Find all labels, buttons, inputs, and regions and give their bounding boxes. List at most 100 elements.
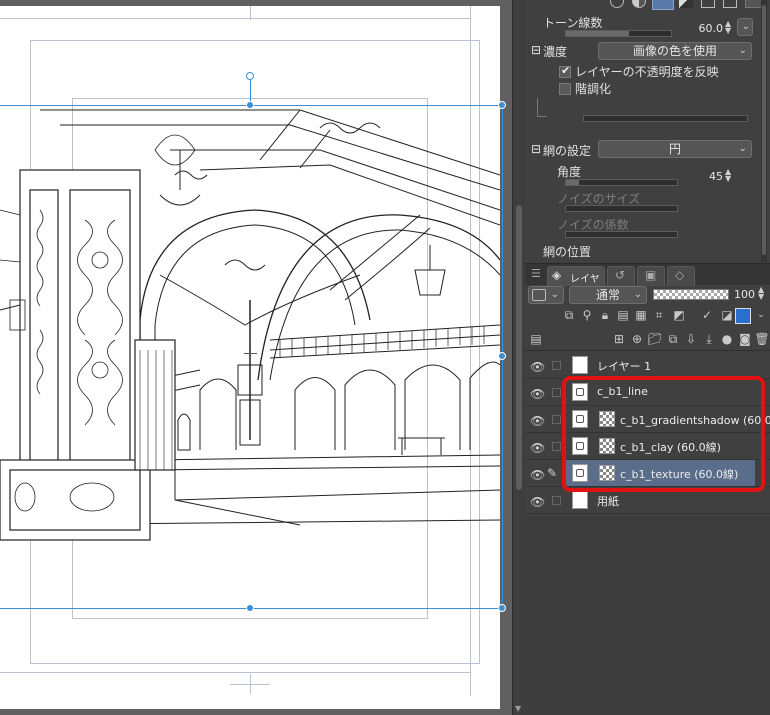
layer-name: レイヤー 1 xyxy=(597,360,652,373)
angle-label: 角度 xyxy=(557,165,582,179)
screen-shape-value: 円 xyxy=(668,142,681,156)
combine-layer-icon[interactable]: ⤓ xyxy=(701,331,717,347)
layer-lock-box[interactable] xyxy=(552,388,561,397)
property-scrollbar[interactable] xyxy=(761,0,767,262)
opacity-spinner-icon[interactable]: ▲ ▼ xyxy=(758,286,764,301)
noise-size-slider xyxy=(565,205,678,212)
blend-mode-select[interactable]: 通常 ⌄ xyxy=(569,286,647,304)
property-scrollbar-thumb[interactable] xyxy=(762,5,766,255)
angle-slider[interactable] xyxy=(565,179,678,186)
handle-top-right[interactable] xyxy=(498,101,506,109)
layer-color-swatch xyxy=(532,289,546,301)
eye-icon[interactable]: 👁︎ xyxy=(530,441,545,455)
layer-name: 用紙 xyxy=(597,495,619,508)
navigator-icon: ▣ xyxy=(645,268,657,282)
tab-navigator[interactable]: ▣ xyxy=(637,266,665,286)
apply-mask-icon[interactable]: ◙ xyxy=(737,331,753,347)
transfer-down-icon[interactable]: ⇩ xyxy=(683,331,699,347)
layer-toolbar-bottom: ▤ ⊞ ⊕ 📁︎ ⧉ ⇩ ⤓ ● ◙ 🗑︎ xyxy=(525,329,770,351)
lock-icon[interactable]: 🔒︎ xyxy=(597,307,613,323)
layer-mask-icon[interactable]: ● xyxy=(719,331,735,347)
layer-property-icon[interactable]: ◩ xyxy=(671,307,687,323)
density-label: 濃度 xyxy=(543,45,568,59)
layer-lock-box[interactable] xyxy=(552,415,561,424)
layer-color-select[interactable]: ⌄ xyxy=(528,286,564,304)
chevron-down-icon: ⌄ xyxy=(633,289,642,300)
clip-icon[interactable]: ⧉ xyxy=(561,307,577,323)
eye-icon[interactable]: 👁︎ xyxy=(530,360,545,374)
tone-lines-value[interactable]: 60.0 xyxy=(693,22,724,35)
handle-top-center[interactable] xyxy=(246,101,254,109)
chevron-down-icon: ⌄ xyxy=(738,143,747,154)
tab-layer[interactable]: ◈ レイヤー xyxy=(547,266,605,300)
canvas-area[interactable] xyxy=(0,0,512,715)
angle-value[interactable]: 45 xyxy=(701,170,723,183)
new-raster-layer-icon[interactable]: ⊞ xyxy=(611,331,627,347)
screen-shape-select[interactable]: 円 ⌄ xyxy=(598,140,752,158)
opacity-value[interactable]: 100 xyxy=(733,288,755,301)
copy-layer-icon[interactable]: ⧉ xyxy=(665,331,681,347)
grid-icon[interactable] xyxy=(701,0,715,8)
highlight-box xyxy=(562,376,765,492)
eye-icon[interactable]: 👁︎ xyxy=(530,468,545,482)
density-select-value: 画像の色を使用 xyxy=(632,44,717,58)
layer-row[interactable]: 👁︎ レイヤー 1 xyxy=(525,352,770,379)
palette-color-icon[interactable]: ◪ xyxy=(719,307,735,323)
tree-line-h xyxy=(537,116,547,117)
layer-list-empty-area[interactable] xyxy=(525,517,770,715)
reflect-opacity-label: レイヤーの不透明度を反映 xyxy=(575,65,719,79)
chevron-down-icon: ⌄ xyxy=(738,45,747,56)
layer-list-icon[interactable]: ▤ xyxy=(528,331,544,347)
material-icon: ◇ xyxy=(675,268,685,282)
tone-lines-dropdown[interactable]: ⌄ xyxy=(737,18,753,36)
posterize-label: 階調化 xyxy=(575,82,612,96)
tone-lines-spinner-icon[interactable]: ▲ ▼ xyxy=(725,20,731,35)
new-vector-layer-icon[interactable]: ⊕ xyxy=(629,331,645,347)
handle-middle-right[interactable] xyxy=(498,352,506,360)
panel-menu-icon[interactable]: ☰ xyxy=(531,267,541,280)
opacity-slider[interactable] xyxy=(653,289,729,300)
angle-spinner-icon[interactable]: ▲ ▼ xyxy=(725,168,731,183)
handle-bottom-center[interactable] xyxy=(246,604,254,612)
tone-type-icons xyxy=(605,0,770,10)
layer-lock-box[interactable] xyxy=(552,361,561,370)
reference-icon[interactable]: ⚲ xyxy=(579,307,595,323)
posterize-checkbox[interactable] xyxy=(559,83,571,95)
posterize-slider[interactable] xyxy=(583,115,748,122)
tab-history[interactable]: ↺ xyxy=(607,266,635,286)
handle-bottom-right[interactable] xyxy=(498,604,506,612)
screen-settings-label: 網の設定 xyxy=(543,144,592,158)
eye-icon[interactable]: 👁︎ xyxy=(530,387,545,401)
screen-position-label: 網の位置 xyxy=(543,245,592,259)
lock-transparent-icon[interactable]: ▤ xyxy=(615,307,631,323)
half-tone-icon[interactable] xyxy=(632,0,646,8)
tree-line xyxy=(537,98,538,116)
eye-icon[interactable]: 👁︎ xyxy=(530,414,545,428)
canvas-vertical-scrollbar[interactable]: ▼ xyxy=(512,0,525,715)
density-collapse-icon[interactable]: ⊟ xyxy=(531,43,541,57)
layer-color-icon[interactable] xyxy=(735,308,751,324)
gradient-icon[interactable] xyxy=(679,0,693,8)
rotation-handle[interactable] xyxy=(246,72,254,80)
density-select[interactable]: 画像の色を使用 ⌄ xyxy=(598,42,752,60)
draft-icon[interactable]: ✓ xyxy=(699,307,715,323)
screen-collapse-icon[interactable]: ⊟ xyxy=(531,142,541,156)
scroll-down-arrow-icon[interactable]: ▼ xyxy=(515,704,521,713)
layer-lock-box[interactable] xyxy=(552,442,561,451)
layers-icon: ◈ xyxy=(552,268,562,282)
square-icon[interactable] xyxy=(723,0,737,8)
eye-icon[interactable]: 👁︎ xyxy=(530,495,545,509)
chevron-down-icon[interactable]: ⌄ xyxy=(753,307,769,323)
tone-lines-slider[interactable] xyxy=(565,30,672,37)
scrollbar-thumb[interactable] xyxy=(516,205,522,490)
circle-tone-icon[interactable] xyxy=(610,0,624,8)
layer-lock-box[interactable] xyxy=(552,496,561,505)
tab-material[interactable]: ◇ xyxy=(667,266,695,286)
ruler-icon[interactable]: ⌗ xyxy=(651,307,667,323)
history-icon: ↺ xyxy=(615,268,626,282)
new-folder-icon[interactable]: 📁︎ xyxy=(647,331,663,347)
mask-icon[interactable]: ▦ xyxy=(633,307,649,323)
dot-pattern-icon[interactable] xyxy=(652,0,674,10)
reflect-opacity-checkbox[interactable] xyxy=(559,64,571,78)
trash-icon[interactable]: 🗑︎ xyxy=(754,331,770,347)
